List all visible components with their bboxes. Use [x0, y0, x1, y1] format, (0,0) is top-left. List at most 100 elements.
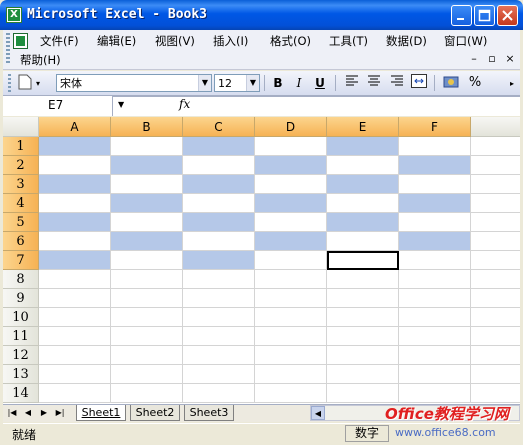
cell-e4[interactable] [327, 194, 399, 213]
cell-d11[interactable] [255, 327, 327, 346]
cell-d2[interactable] [255, 156, 327, 175]
menu-file[interactable]: 文件(F) [40, 33, 79, 49]
cell-f1[interactable] [399, 137, 471, 156]
row-header-1[interactable]: 1 [3, 137, 39, 156]
cell-f3[interactable] [399, 175, 471, 194]
cell-b11[interactable] [111, 327, 183, 346]
menu-window[interactable]: 窗口(W) [444, 33, 487, 49]
row-header-4[interactable]: 4 [3, 194, 39, 213]
cell-a4[interactable] [39, 194, 111, 213]
cell[interactable] [471, 194, 520, 213]
cell-f7[interactable] [399, 251, 471, 270]
cell-f6[interactable] [399, 232, 471, 251]
cell-a1[interactable] [39, 137, 111, 156]
workbook-icon[interactable] [13, 33, 28, 49]
cell-c4[interactable] [183, 194, 255, 213]
cell-e10[interactable] [327, 308, 399, 327]
new-document-icon[interactable] [16, 74, 34, 92]
sheet-tab-1[interactable]: Sheet1 [76, 405, 126, 421]
cell-e1[interactable] [327, 137, 399, 156]
cell[interactable] [471, 308, 520, 327]
currency-icon[interactable] [442, 74, 460, 92]
cell-b3[interactable] [111, 175, 183, 194]
cell-e12[interactable] [327, 346, 399, 365]
doc-restore-icon[interactable]: ▫ [485, 53, 499, 65]
cell-d9[interactable] [255, 289, 327, 308]
cell-d14[interactable] [255, 384, 327, 403]
cell-b1[interactable] [111, 137, 183, 156]
row-header-7[interactable]: 7 [3, 251, 39, 270]
insert-function-icon[interactable]: fx [179, 97, 190, 111]
cell[interactable] [471, 251, 520, 270]
cell[interactable] [471, 289, 520, 308]
column-header-e[interactable]: E [327, 117, 399, 137]
row-header-2[interactable]: 2 [3, 156, 39, 175]
cell-f4[interactable] [399, 194, 471, 213]
cell-d8[interactable] [255, 270, 327, 289]
prev-sheet-icon[interactable]: ◀ [22, 406, 34, 420]
row-header-5[interactable]: 5 [3, 213, 39, 232]
column-header-a[interactable]: A [39, 117, 111, 137]
last-sheet-icon[interactable]: ▶| [54, 406, 66, 420]
cell-c12[interactable] [183, 346, 255, 365]
cell-c8[interactable] [183, 270, 255, 289]
cell-a8[interactable] [39, 270, 111, 289]
close-button[interactable] [497, 5, 518, 26]
menu-format[interactable]: 格式(O) [270, 33, 311, 49]
next-sheet-icon[interactable]: ▶ [38, 406, 50, 420]
cell-a9[interactable] [39, 289, 111, 308]
cell-d10[interactable] [255, 308, 327, 327]
toolbar-options-icon[interactable]: ▾ [36, 79, 40, 88]
column-header-b[interactable]: B [111, 117, 183, 137]
cell-b14[interactable] [111, 384, 183, 403]
column-header-c[interactable]: C [183, 117, 255, 137]
cell-a12[interactable] [39, 346, 111, 365]
cell-a14[interactable] [39, 384, 111, 403]
column-header-empty[interactable] [471, 117, 520, 137]
cell-e5[interactable] [327, 213, 399, 232]
column-header-d[interactable]: D [255, 117, 327, 137]
row-header-9[interactable]: 9 [3, 289, 39, 308]
cell-f11[interactable] [399, 327, 471, 346]
cell-f8[interactable] [399, 270, 471, 289]
cell-b10[interactable] [111, 308, 183, 327]
minimize-button[interactable] [451, 5, 472, 26]
merge-center-icon[interactable] [410, 74, 428, 92]
cell-a13[interactable] [39, 365, 111, 384]
menu-help[interactable]: 帮助(H) [20, 52, 61, 68]
cell-a5[interactable] [39, 213, 111, 232]
worksheet-grid[interactable]: ABCDEF 1 2 3 4 5 6 7 8 9 10 11 12 13 14 [3, 117, 520, 404]
cell[interactable] [471, 232, 520, 251]
cell[interactable] [471, 213, 520, 232]
cell-b13[interactable] [111, 365, 183, 384]
menu-tools[interactable]: 工具(T) [329, 33, 368, 49]
cell-c13[interactable] [183, 365, 255, 384]
first-sheet-icon[interactable]: |◀ [6, 406, 18, 420]
cell-b6[interactable] [111, 232, 183, 251]
cell-e8[interactable] [327, 270, 399, 289]
cell-c5[interactable] [183, 213, 255, 232]
menu-insert[interactable]: 插入(I) [213, 33, 248, 49]
chevron-down-icon[interactable]: ▼ [118, 99, 124, 111]
cell-e6[interactable] [327, 232, 399, 251]
sheet-tab-3[interactable]: Sheet3 [184, 405, 234, 421]
align-right-icon[interactable] [388, 74, 406, 92]
scroll-left-icon[interactable]: ◀ [311, 406, 325, 420]
cell-e11[interactable] [327, 327, 399, 346]
cell-d12[interactable] [255, 346, 327, 365]
cell-d3[interactable] [255, 175, 327, 194]
cell-e9[interactable] [327, 289, 399, 308]
row-header-11[interactable]: 11 [3, 327, 39, 346]
menu-view[interactable]: 视图(V) [155, 33, 195, 49]
row-header-14[interactable]: 14 [3, 384, 39, 403]
doc-minimize-icon[interactable]: – [467, 53, 481, 65]
cell-d7[interactable] [255, 251, 327, 270]
cell[interactable] [471, 156, 520, 175]
cell-c9[interactable] [183, 289, 255, 308]
row-header-6[interactable]: 6 [3, 232, 39, 251]
cell-f14[interactable] [399, 384, 471, 403]
cell-b8[interactable] [111, 270, 183, 289]
cell-f5[interactable] [399, 213, 471, 232]
cell-f13[interactable] [399, 365, 471, 384]
menu-edit[interactable]: 编辑(E) [97, 33, 136, 49]
